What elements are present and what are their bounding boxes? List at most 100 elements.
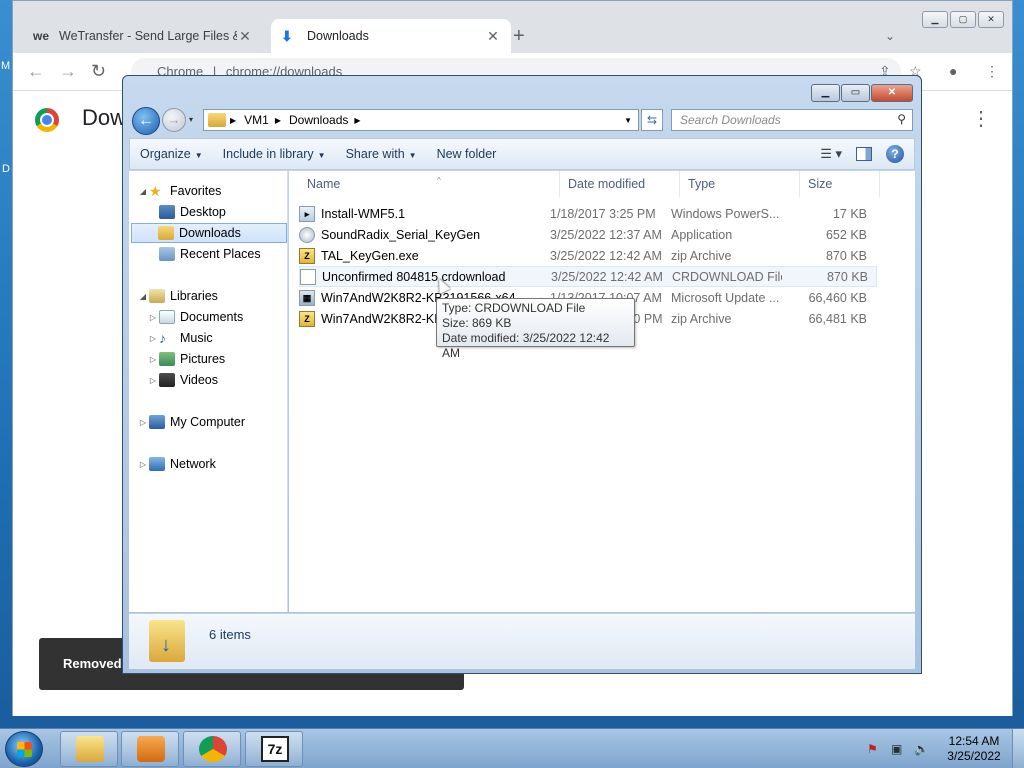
page-menu-icon[interactable]: ⋮ xyxy=(971,106,991,131)
maximize-button[interactable]: ▭ xyxy=(841,84,870,102)
system-clock[interactable]: 12:54 AM 3/25/2022 xyxy=(944,734,1004,764)
taskbar-explorer[interactable] xyxy=(60,731,118,767)
breadcrumb-vm1[interactable]: VM1 xyxy=(244,113,269,127)
new-tab-button[interactable]: + xyxy=(513,25,525,48)
close-tab-icon[interactable]: ✕ xyxy=(237,28,253,45)
close-tab-icon[interactable]: ✕ xyxy=(485,28,501,45)
chrome-menu-icon[interactable]: ⋮ xyxy=(985,63,999,80)
file-name: TAL_KeyGen.exe xyxy=(321,248,419,263)
nav-pictures[interactable]: ▷ Pictures xyxy=(147,349,225,369)
nav-favorites[interactable]: ◢ ★ Favorites xyxy=(137,181,221,201)
music-icon: ♪ xyxy=(159,330,166,346)
maximize-button[interactable]: ▢ xyxy=(950,11,976,28)
expand-arrow-icon[interactable]: ▷ xyxy=(137,418,149,427)
column-header-name[interactable]: Name ^ xyxy=(299,171,560,197)
address-dropdown-icon[interactable]: ▼ xyxy=(624,116,632,125)
action-center-flag-icon[interactable]: ⚑ xyxy=(867,742,878,756)
clock-time: 12:54 AM xyxy=(948,734,1000,748)
breadcrumb-separator[interactable]: ▶ xyxy=(354,116,360,125)
nav-documents[interactable]: ▷ Documents xyxy=(147,307,243,327)
close-button[interactable]: ✕ xyxy=(871,84,913,102)
item-count: 6 items xyxy=(209,627,251,642)
back-button[interactable]: ← xyxy=(132,107,160,135)
library-icon xyxy=(149,289,165,303)
file-row[interactable]: Z TAL_KeyGen.exe 3/25/2022 12:42 AM zip … xyxy=(299,245,877,266)
nav-videos[interactable]: ▷ Videos xyxy=(147,370,218,390)
nav-music[interactable]: ▷ ♪ Music xyxy=(147,328,213,348)
details-pane: 6 items xyxy=(129,613,915,669)
share-with-button[interactable]: Share with ▼ xyxy=(336,147,427,161)
help-icon[interactable]: ? xyxy=(886,145,904,163)
forward-icon[interactable]: → xyxy=(59,61,77,82)
file-type: Microsoft Update ... xyxy=(671,290,780,305)
tab-wetransfer[interactable]: we WeTransfer - Send Large Files & ✕ xyxy=(23,19,263,53)
chrome-icon xyxy=(199,736,227,762)
nav-desktop[interactable]: Desktop xyxy=(159,202,226,222)
file-size: 652 KB xyxy=(825,227,867,242)
back-icon[interactable]: ← xyxy=(27,61,45,82)
nav-libraries[interactable]: ◢ Libraries xyxy=(137,286,218,306)
search-input[interactable]: Search Downloads ⚲ xyxy=(671,109,913,131)
include-in-library-button[interactable]: Include in library ▼ xyxy=(213,147,336,161)
file-date: 1/18/2017 3:25 PM xyxy=(550,206,656,221)
close-button[interactable]: ✕ xyxy=(978,11,1004,28)
nav-network[interactable]: ▷ Network xyxy=(137,454,216,474)
taskbar-media-player[interactable] xyxy=(121,731,179,767)
nav-label: Libraries xyxy=(170,289,218,303)
taskbar: 7z ⚑ ▣ 🔈 12:54 AM 3/25/2022 xyxy=(0,728,1024,768)
powershell-file-icon: ▸ xyxy=(299,205,315,222)
nav-label: Desktop xyxy=(180,205,226,219)
organize-button[interactable]: Organize ▼ xyxy=(130,147,213,161)
refresh-button[interactable]: ⇆ xyxy=(641,109,663,131)
file-size: 66,481 KB xyxy=(808,311,867,326)
recent-pages-dropdown[interactable]: ▾ xyxy=(189,115,193,124)
volume-icon[interactable]: 🔈 xyxy=(914,742,929,756)
recent-places-icon xyxy=(159,247,175,261)
expand-arrow-icon[interactable]: ▷ xyxy=(147,334,159,343)
show-desktop-button[interactable] xyxy=(1012,729,1024,768)
breadcrumb-separator[interactable]: ▶ xyxy=(230,116,236,125)
nav-downloads[interactable]: Downloads xyxy=(131,223,287,243)
forward-button[interactable]: → xyxy=(162,108,186,132)
minimize-button[interactable]: ▁ xyxy=(811,84,840,102)
file-row[interactable]: SoundRadix_Serial_KeyGen 3/25/2022 12:37… xyxy=(299,224,877,245)
file-type: zip Archive xyxy=(671,248,732,263)
expand-arrow-icon[interactable]: ▷ xyxy=(147,376,159,385)
expand-arrow-icon[interactable]: ▷ xyxy=(147,355,159,364)
breadcrumb-downloads[interactable]: Downloads xyxy=(289,113,348,127)
tab-downloads[interactable]: ⬇ Downloads ✕ xyxy=(271,19,511,53)
change-view-icon[interactable]: ☰ ▾ xyxy=(820,146,842,162)
file-size: 870 KB xyxy=(826,269,868,284)
collapse-arrow-icon[interactable]: ◢ xyxy=(137,187,149,196)
reload-icon[interactable]: ↻ xyxy=(91,61,106,82)
network-tray-icon[interactable]: ▣ xyxy=(891,742,902,756)
nav-label: Favorites xyxy=(170,184,222,198)
expand-arrow-icon[interactable]: ▷ xyxy=(147,313,159,322)
collapse-arrow-icon[interactable]: ◢ xyxy=(137,292,149,301)
file-size: 870 KB xyxy=(825,248,867,263)
breadcrumb-separator[interactable]: ▶ xyxy=(275,116,281,125)
expand-arrow-icon[interactable]: ▷ xyxy=(137,460,149,469)
sort-arrow-icon: ^ xyxy=(437,176,441,185)
folder-icon xyxy=(158,226,174,240)
view-controls: ☰ ▾ ? xyxy=(820,145,914,163)
start-button[interactable] xyxy=(5,731,43,767)
new-folder-button[interactable]: New folder xyxy=(427,147,507,161)
taskbar-chrome[interactable] xyxy=(183,731,241,767)
command-bar: Organize ▼ Include in library ▼ Share with… xyxy=(129,138,915,170)
tab-search-icon[interactable]: ⌄ xyxy=(885,29,895,43)
address-bar[interactable]: ▶ VM1 ▶ Downloads ▶ ▼ xyxy=(203,109,639,131)
taskbar-7zip[interactable]: 7z xyxy=(245,731,303,767)
column-header-date[interactable]: Date modified xyxy=(560,171,680,197)
file-row[interactable]: ▸ Install-WMF5.1 1/18/2017 3:25 PM Windo… xyxy=(299,203,877,224)
nav-my-computer[interactable]: ▷ My Computer xyxy=(137,412,245,432)
search-icon[interactable]: ⚲ xyxy=(897,112,906,126)
nav-label: Recent Places xyxy=(180,247,261,261)
profile-icon[interactable]: ● xyxy=(949,63,957,79)
minimize-button[interactable]: ▁ xyxy=(922,11,948,28)
preview-pane-icon[interactable] xyxy=(856,147,872,161)
column-header-size[interactable]: Size xyxy=(800,171,880,197)
nav-recent-places[interactable]: Recent Places xyxy=(159,244,261,264)
file-row-hovered[interactable]: Unconfirmed 804815.crdownload 3/25/2022 … xyxy=(299,266,877,287)
column-header-type[interactable]: Type xyxy=(680,171,800,197)
